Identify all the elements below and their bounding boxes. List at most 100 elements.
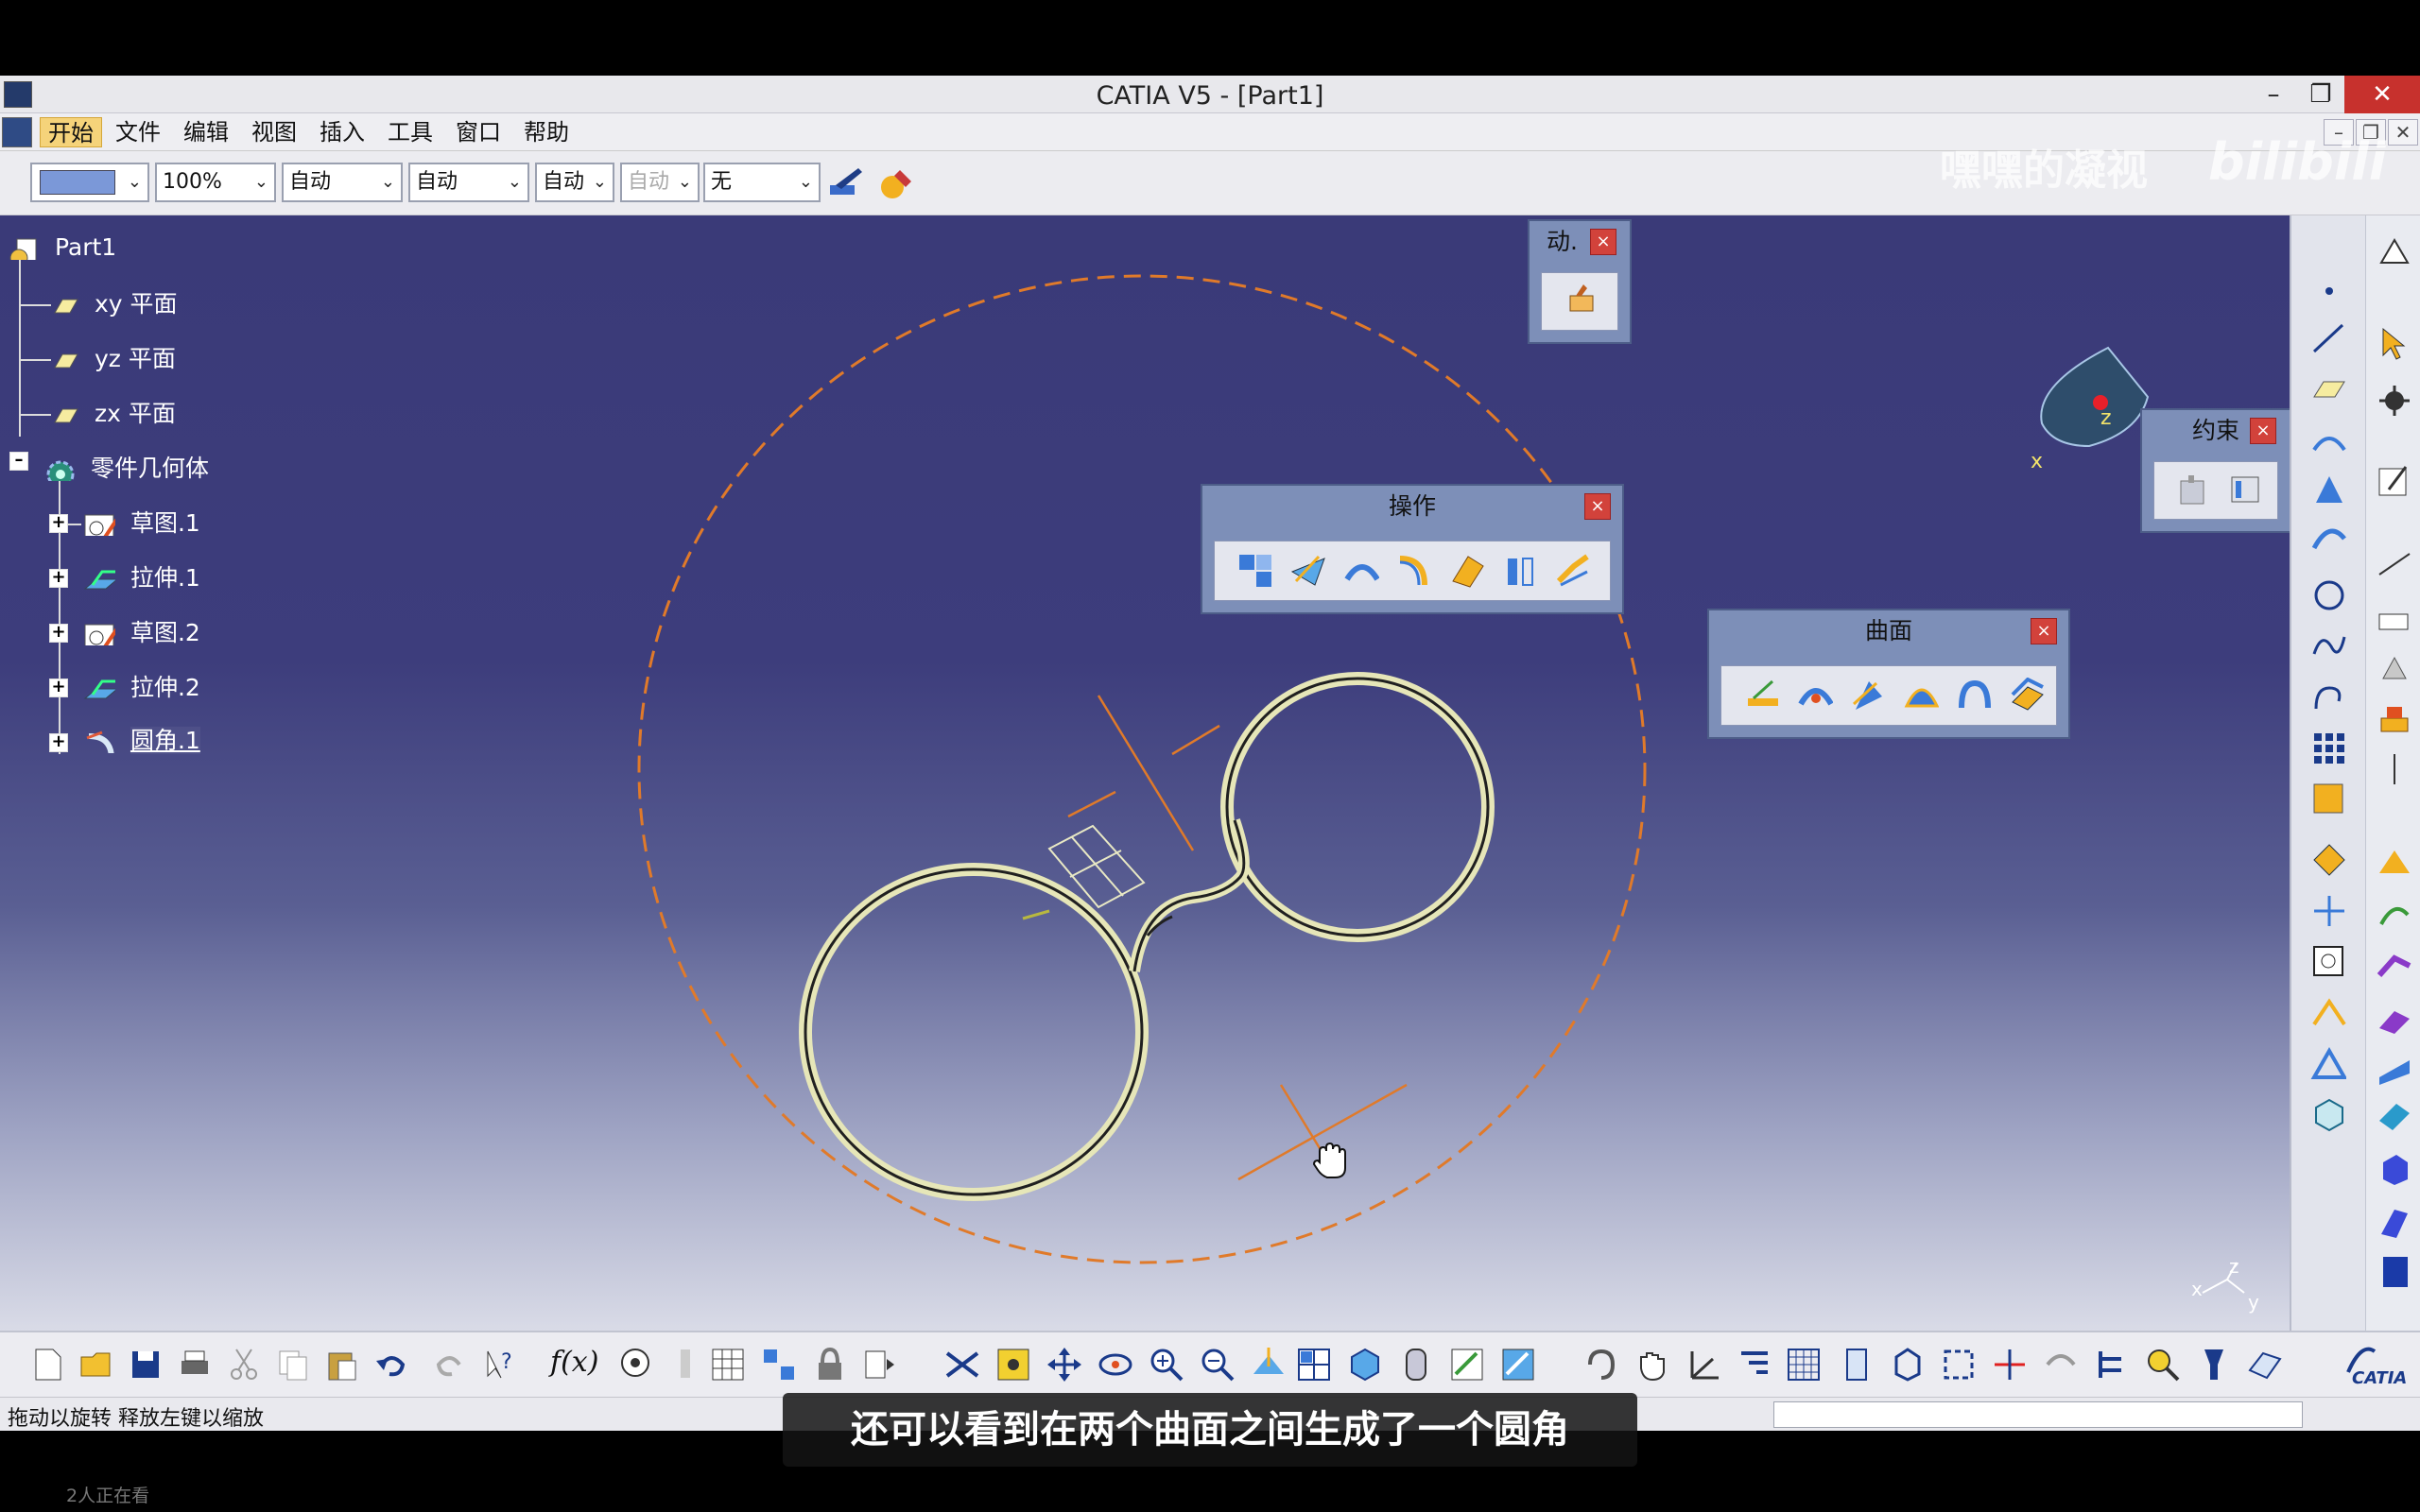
fit-all-icon[interactable] <box>994 1346 1032 1383</box>
cube-icon[interactable] <box>2310 1096 2346 1132</box>
grab-hand-icon[interactable] <box>1634 1346 1671 1383</box>
revolve-surface-icon[interactable] <box>1797 678 1833 713</box>
lock-icon[interactable] <box>811 1346 849 1383</box>
sweep-surface-icon[interactable] <box>1903 678 1939 713</box>
document-icon[interactable] <box>2 117 32 147</box>
shading-icon[interactable] <box>1397 1346 1435 1383</box>
menu-start[interactable]: 开始 <box>40 117 102 147</box>
redo-icon[interactable] <box>431 1346 469 1383</box>
table-icon[interactable] <box>709 1346 747 1383</box>
fly-mode-icon[interactable] <box>943 1346 981 1383</box>
line-type-combo[interactable]: 自动 ⌄ <box>408 163 529 202</box>
right-extrude-surface[interactable] <box>1220 672 1495 942</box>
fill-surface-icon[interactable] <box>1956 678 1992 713</box>
tree-expand-icon[interactable] <box>1736 1346 1773 1383</box>
translate-icon[interactable] <box>1502 553 1538 589</box>
remove-icon[interactable] <box>2376 1100 2411 1136</box>
extrude-surface-icon[interactable] <box>1744 678 1780 713</box>
shaft-icon[interactable] <box>2376 750 2411 786</box>
format-painter-icon[interactable] <box>826 164 868 202</box>
rib-icon[interactable] <box>2376 896 2411 932</box>
grid-icon[interactable] <box>1785 1346 1823 1383</box>
sketcher-icon[interactable] <box>2376 463 2411 499</box>
trim-icon[interactable] <box>1343 553 1379 589</box>
tree-item-zx-plane[interactable]: zx 平面 <box>47 395 176 433</box>
material-icon[interactable] <box>2376 650 2411 686</box>
split-icon[interactable] <box>1290 553 1326 589</box>
circle-icon[interactable] <box>2310 576 2346 612</box>
multisection-surface-icon[interactable] <box>2009 678 2045 713</box>
hole-icon[interactable] <box>2376 845 2411 881</box>
surfaces-toolbar-close[interactable]: × <box>2031 618 2057 644</box>
edge-fillet-icon[interactable] <box>1449 553 1485 589</box>
minimize-button[interactable]: – <box>2250 76 2297 113</box>
repeat-icon[interactable] <box>2042 1346 2080 1383</box>
extract-icon[interactable] <box>2310 1045 2346 1081</box>
stiffener-icon[interactable] <box>2376 1000 2411 1036</box>
zoom-in-icon[interactable] <box>1148 1346 1185 1383</box>
save-icon[interactable] <box>127 1346 164 1383</box>
boundary-icon[interactable] <box>2310 996 2346 1032</box>
tree-item-sketch-1[interactable]: 草图.1 <box>83 505 200 542</box>
plane-view-icon[interactable] <box>2246 1346 2284 1383</box>
thick-surface-icon[interactable] <box>2376 1204 2411 1240</box>
print-icon[interactable] <box>176 1346 214 1383</box>
layer-combo[interactable]: 无 ⌄ <box>703 163 821 202</box>
new-icon[interactable] <box>28 1346 66 1383</box>
line-icon[interactable] <box>2310 319 2346 355</box>
tree-item-xy-plane[interactable]: xy 平面 <box>47 285 178 323</box>
iso-view-icon[interactable] <box>1346 1346 1384 1383</box>
paste-icon[interactable] <box>323 1346 361 1383</box>
tree-item-extrude-2[interactable]: 拉伸.2 <box>83 669 200 707</box>
cut-icon[interactable] <box>225 1346 263 1383</box>
tree-item-body[interactable]: 零件几何体 <box>43 450 209 488</box>
expand-toggle[interactable]: + <box>49 733 68 752</box>
menu-file[interactable]: 文件 <box>108 117 168 147</box>
workbench-icon[interactable] <box>2376 234 2411 270</box>
tree-item-sketch-2[interactable]: 草图.2 <box>83 614 200 652</box>
menu-window[interactable]: 窗口 <box>448 117 509 147</box>
collapse-toggle[interactable]: – <box>9 452 28 471</box>
expand-toggle[interactable]: + <box>49 514 68 533</box>
hierarchy-icon[interactable] <box>2093 1346 2131 1383</box>
tree-root[interactable]: Part1 <box>8 229 116 266</box>
3d-viewport[interactable]: x z x y z Part1 xy 平面 yz 平面 zx 平面 – 零件几何… <box>0 215 2290 1331</box>
update-icon[interactable] <box>860 1346 898 1383</box>
filter-icon[interactable] <box>2195 1346 2233 1383</box>
tree-item-fillet-1[interactable]: 圆角.1 <box>83 722 200 760</box>
rotate-icon[interactable] <box>1097 1346 1134 1383</box>
cut-plane-icon[interactable] <box>1991 1346 2029 1383</box>
projection-icon[interactable] <box>2310 421 2346 457</box>
shape-fillet-icon[interactable] <box>1396 553 1432 589</box>
pad-icon[interactable] <box>2376 701 2411 737</box>
menu-view[interactable]: 视图 <box>244 117 304 147</box>
restore-button[interactable]: ❐ <box>2297 76 2344 113</box>
mdi-close-button[interactable]: ✕ <box>2388 119 2418 146</box>
swap-space-icon[interactable] <box>1499 1346 1537 1383</box>
loft-icon[interactable] <box>2376 1051 2411 1087</box>
left-extrude-surface[interactable] <box>799 863 1149 1201</box>
stack-icon[interactable] <box>1838 1346 1876 1383</box>
close-surface-icon[interactable] <box>2376 1253 2411 1289</box>
refresh-icon[interactable] <box>1582 1346 1620 1383</box>
close-button[interactable]: ✕ <box>2344 76 2420 113</box>
multi-view-icon[interactable] <box>1295 1346 1333 1383</box>
expand-toggle[interactable]: + <box>49 624 68 643</box>
zoom-out-icon[interactable] <box>1199 1346 1236 1383</box>
tree-item-yz-plane[interactable]: yz 平面 <box>47 340 176 378</box>
box-icon[interactable] <box>1889 1346 1927 1383</box>
pattern-icon[interactable] <box>2310 730 2346 765</box>
menu-insert[interactable]: 插入 <box>312 117 372 147</box>
transparency-combo[interactable]: 100% ⌄ <box>155 163 276 202</box>
hand-tool-icon[interactable] <box>1563 283 1599 318</box>
slot-icon[interactable] <box>2376 949 2411 985</box>
line-thickness-combo[interactable]: 自动 ⌄ <box>282 163 403 202</box>
constraints-toolbar-close[interactable]: × <box>2250 418 2276 444</box>
intersection-icon[interactable] <box>2310 471 2346 507</box>
measure-icon[interactable] <box>2376 603 2411 639</box>
solid-combine-icon[interactable] <box>2376 1151 2411 1187</box>
geometry-canvas[interactable] <box>0 215 2290 1331</box>
menu-tools[interactable]: 工具 <box>380 117 441 147</box>
analysis-icon[interactable] <box>2310 841 2346 877</box>
search-icon[interactable] <box>2144 1346 2182 1383</box>
